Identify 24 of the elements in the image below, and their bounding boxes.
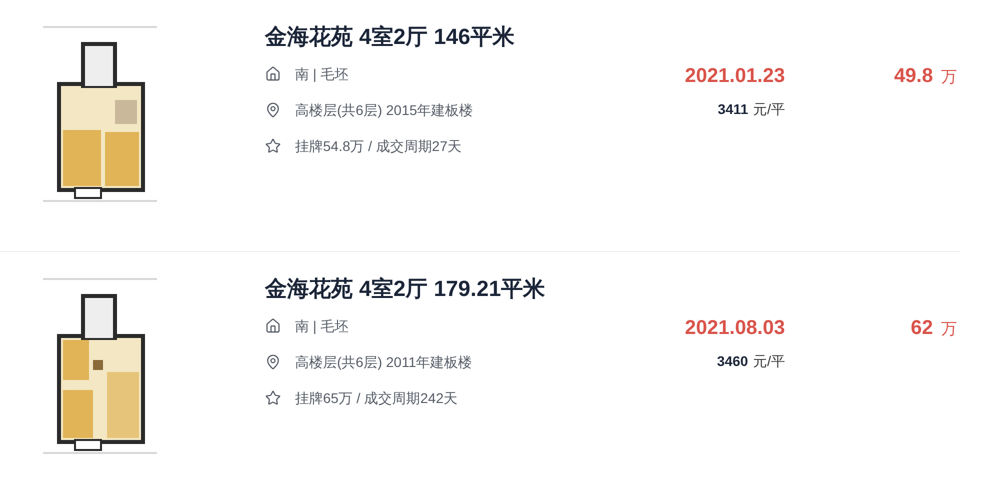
floor-text: 高楼层(共6层) 2011年建板楼 (295, 352, 472, 372)
floor-text: 高楼层(共6层) 2015年建板楼 (295, 100, 474, 120)
total-price-unit: 万 (941, 320, 957, 340)
unit-price-unit: 元/平 (753, 100, 785, 119)
orientation-text: 南 | 毛坯 (295, 64, 348, 84)
house-icon (265, 318, 281, 334)
deal-date: 2021.01.23 (684, 64, 785, 89)
listing-title[interactable]: 金海花苑 4室2厅 146平米 (265, 22, 514, 52)
map-pin-icon (265, 354, 281, 370)
unit-price: 3460 (716, 352, 748, 371)
map-pin-icon (265, 102, 281, 118)
listing-info-text: 挂牌54.8万 / 成交周期27天 (295, 136, 462, 156)
unit-price-unit: 元/平 (753, 352, 785, 371)
total-price: 49.8 (894, 64, 933, 89)
listing-title[interactable]: 金海花苑 4室2厅 179.21平米 (265, 274, 545, 304)
listing-info-text: 挂牌65万 / 成交周期242天 (295, 388, 458, 408)
orientation-text: 南 | 毛坯 (295, 316, 348, 336)
house-icon (265, 66, 281, 82)
star-icon (265, 138, 281, 154)
star-icon (265, 390, 281, 406)
deal-date: 2021.08.03 (684, 316, 785, 341)
total-price: 62 (910, 316, 933, 341)
unit-price: 3411 (718, 100, 748, 119)
total-price-unit: 万 (941, 68, 957, 88)
